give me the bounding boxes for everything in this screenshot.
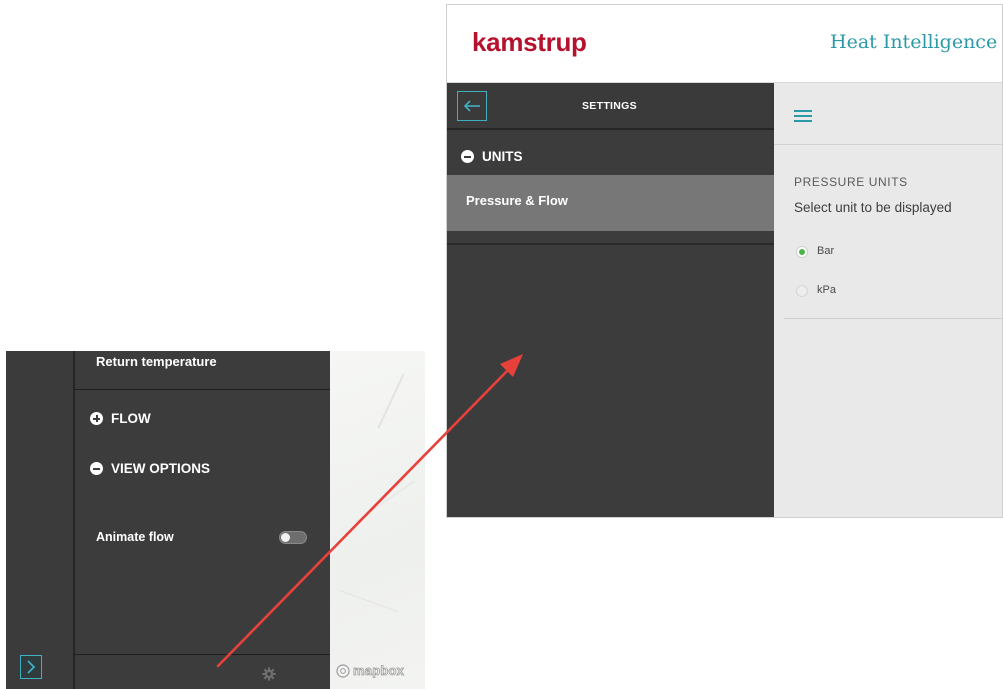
app-title: Heat Intelligence — [830, 31, 998, 53]
menu-item-pressure-flow[interactable]: Pressure & Flow — [447, 175, 774, 231]
gear-icon[interactable] — [262, 667, 276, 681]
pressure-units-heading: PRESSURE UNITS — [794, 175, 908, 189]
menu-item-label: Pressure & Flow — [466, 193, 568, 208]
settings-title: SETTINGS — [582, 100, 637, 112]
divider — [75, 389, 330, 390]
return-temperature-item[interactable]: Return temperature — [96, 354, 217, 369]
settings-panel-header: SETTINGS — [447, 83, 774, 130]
minus-circle-icon — [461, 150, 474, 163]
flow-section-label: FLOW — [111, 411, 151, 426]
settings-panel: SETTINGS UNITS Pressure & Flow — [447, 83, 774, 517]
radio-kpa[interactable] — [796, 285, 808, 297]
expand-panel-button[interactable] — [20, 655, 42, 679]
radio-bar[interactable] — [796, 246, 808, 258]
right-screenshot: kamstrup Heat Intelligence SETTINGS UNIT… — [446, 4, 1003, 518]
animate-flow-label: Animate flow — [96, 530, 174, 544]
map-road — [377, 373, 405, 429]
minus-circle-icon — [90, 462, 103, 475]
hamburger-menu-icon[interactable] — [794, 110, 812, 122]
toggle-knob — [281, 533, 290, 542]
left-screenshot: Return temperature FLOW VIEW OPTIONS Ani… — [6, 351, 425, 689]
arrow-left-icon — [463, 100, 480, 112]
plus-circle-icon — [90, 412, 103, 425]
back-button[interactable] — [457, 91, 487, 121]
map-view[interactable] — [330, 351, 425, 689]
brand-logo[interactable]: kamstrup — [472, 27, 587, 58]
app-header: kamstrup Heat Intelligence — [447, 5, 1002, 83]
view-options-section-label: VIEW OPTIONS — [111, 461, 211, 476]
animate-flow-toggle[interactable] — [279, 531, 307, 544]
left-icon-rail — [6, 351, 73, 689]
divider — [75, 654, 330, 655]
map-road — [341, 590, 399, 613]
divider — [447, 243, 774, 245]
units-section-toggle[interactable]: UNITS — [461, 149, 523, 164]
mapbox-attribution[interactable]: mapbox — [336, 663, 404, 678]
flow-section-toggle[interactable]: FLOW — [90, 411, 151, 426]
settings-content: PRESSURE UNITS Select unit to be display… — [774, 83, 1002, 517]
view-options-section-toggle[interactable]: VIEW OPTIONS — [90, 461, 210, 476]
radio-kpa-label[interactable]: kPa — [817, 284, 836, 296]
map-road — [356, 481, 414, 522]
left-settings-panel: Return temperature FLOW VIEW OPTIONS Ani… — [75, 351, 330, 689]
mapbox-logo-icon — [336, 663, 350, 678]
radio-bar-label[interactable]: Bar — [817, 245, 834, 257]
mapbox-wordmark: mapbox — [353, 663, 405, 679]
chevron-right-icon — [27, 660, 36, 674]
content-toolbar — [774, 83, 1002, 145]
units-section-label: UNITS — [482, 149, 523, 164]
pressure-units-description: Select unit to be displayed — [794, 200, 952, 215]
divider — [784, 318, 1002, 319]
